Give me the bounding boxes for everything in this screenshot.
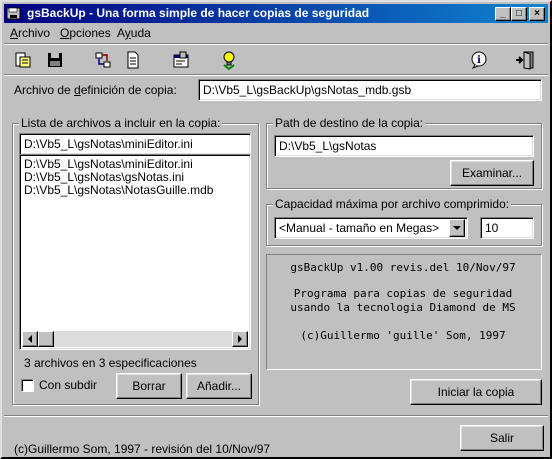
maximize-button[interactable]: □ (511, 7, 527, 21)
definition-label: Archivo de definición de copia: (14, 83, 177, 97)
open-file-icon[interactable] (12, 49, 34, 71)
chevron-down-icon (453, 226, 461, 230)
status-text: (c)Guillermo Som, 1997 - revisión del 10… (14, 442, 271, 456)
file-path-input-value: D:\Vb5_L\gsNotas\miniEditor.ini (24, 137, 193, 151)
document-icon[interactable] (122, 49, 144, 71)
file-list-title: Lista de archivos a incluir en la copia: (19, 116, 223, 130)
about-line: (c)Guillermo 'guille' Som, 1997 (300, 329, 506, 342)
menu-opciones[interactable]: Opciones (60, 26, 111, 40)
add-button[interactable]: Añadir... (186, 373, 252, 399)
definition-field[interactable]: D:\Vb5_L\gsBackUp\gsNotas_mdb.gsb (198, 79, 542, 101)
about-panel: gsBackUp v1.00 revis.del 10/Nov/97 Progr… (266, 254, 542, 370)
file-listbox[interactable]: D:\Vb5_L\gsNotas\miniEditor.ini D:\Vb5_L… (19, 154, 251, 350)
menu-bar: Archivo Opciones Ayuda (4, 24, 548, 42)
toolbar: i (4, 45, 548, 75)
browse-button[interactable]: Examinar... (450, 160, 534, 186)
minimize-button[interactable]: _ (495, 7, 511, 21)
about-line: usando la tecnologia Diamond de MS (290, 301, 516, 314)
definition-value: D:\Vb5_L\gsBackUp\gsNotas_mdb.gsb (203, 83, 412, 97)
subdir-label[interactable]: Con subdir (39, 378, 97, 392)
capacity-title: Capacidad máxima por archivo comprimido: (273, 197, 512, 211)
start-backup-button[interactable]: Iniciar la copia (410, 379, 542, 405)
size-input[interactable]: 10 (480, 217, 534, 239)
scroll-left-button[interactable] (22, 331, 38, 347)
horizontal-scrollbar[interactable] (22, 331, 248, 347)
capacity-selected-value: <Manual - tamaño en Megas> (279, 221, 440, 235)
scroll-thumb[interactable] (38, 331, 54, 347)
info-icon[interactable]: i (468, 49, 490, 71)
arrow-left-icon (28, 335, 32, 343)
app-icon (6, 7, 21, 20)
destination-title: Path de destino de la copia: (273, 116, 426, 130)
destination-value: D:\Vb5_L\gsNotas (279, 139, 377, 153)
file-count-text: 3 archivos en 3 especificaciones (24, 356, 197, 370)
svg-text:i: i (477, 55, 481, 66)
menu-archivo[interactable]: Archivo (10, 26, 50, 40)
destination-input[interactable]: D:\Vb5_L\gsNotas (274, 135, 534, 157)
menu-ayuda[interactable]: Ayuda (117, 26, 151, 40)
app-window: gsBackUp - Una forma simple de hacer cop… (0, 0, 552, 459)
list-item[interactable]: D:\Vb5_L\gsNotas\miniEditor.ini (24, 157, 193, 171)
file-path-input[interactable]: D:\Vb5_L\gsNotas\miniEditor.ini (19, 133, 251, 155)
exit-button[interactable]: Salir (460, 425, 544, 451)
arrow-right-icon (238, 335, 242, 343)
title-bar[interactable]: gsBackUp - Una forma simple de hacer cop… (4, 4, 548, 23)
scroll-right-button[interactable] (232, 331, 248, 347)
size-value: 10 (485, 221, 499, 235)
capacity-select[interactable]: <Manual - tamaño en Megas> (274, 217, 468, 239)
organize-icon[interactable] (92, 49, 114, 71)
about-line: Programa para copias de seguridad (293, 287, 513, 300)
remove-button[interactable]: Borrar (116, 373, 182, 399)
bottom-separator (4, 415, 548, 417)
subdir-checkbox[interactable] (21, 379, 34, 392)
run-bulb-icon[interactable] (218, 49, 240, 71)
toolbar-separator (4, 74, 548, 76)
list-item[interactable]: D:\Vb5_L\gsNotas\NotasGuille.mdb (24, 183, 213, 197)
exit-door-icon[interactable] (514, 49, 536, 71)
list-item[interactable]: D:\Vb5_L\gsNotas\gsNotas.ini (24, 170, 184, 184)
save-icon[interactable] (44, 49, 66, 71)
properties-icon[interactable] (170, 49, 192, 71)
about-line: gsBackUp v1.00 revis.del 10/Nov/97 (290, 261, 516, 274)
close-button[interactable]: × (529, 7, 545, 21)
window-title: gsBackUp - Una forma simple de hacer cop… (27, 6, 370, 20)
dropdown-button[interactable] (449, 219, 465, 237)
